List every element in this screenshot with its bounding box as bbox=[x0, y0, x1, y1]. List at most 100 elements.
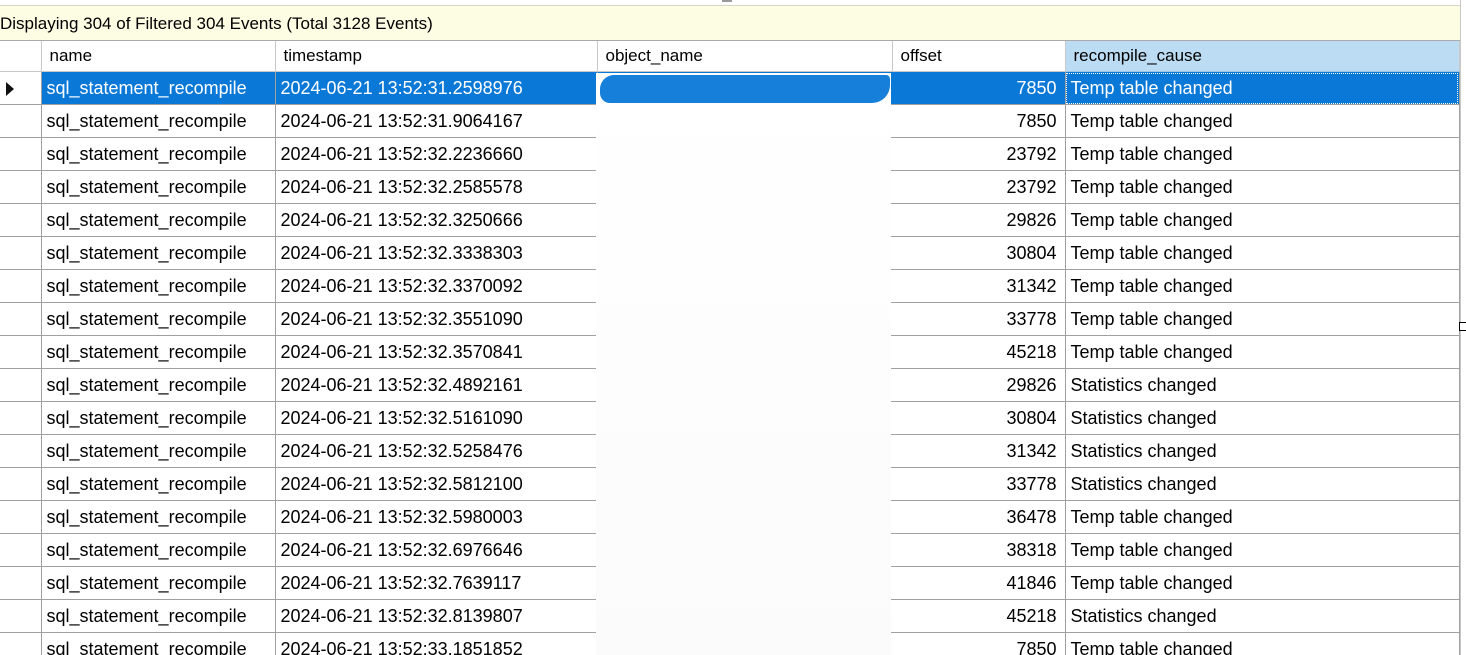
row-selector[interactable] bbox=[0, 137, 42, 171]
cell-recompile-cause[interactable]: Temp table changed bbox=[1065, 302, 1460, 336]
cell-name[interactable]: sql_statement_recompile bbox=[41, 71, 276, 105]
cell-offset[interactable]: 23792 bbox=[892, 137, 1066, 171]
cell-recompile-cause[interactable]: Temp table changed bbox=[1065, 104, 1460, 138]
cell-offset[interactable]: 23792 bbox=[892, 170, 1066, 204]
cell-recompile-cause[interactable]: Statistics changed bbox=[1065, 401, 1460, 435]
cell-name[interactable]: sql_statement_recompile bbox=[41, 335, 276, 369]
cell-name[interactable]: sql_statement_recompile bbox=[41, 137, 276, 171]
row-selector[interactable] bbox=[0, 302, 42, 336]
cell-timestamp[interactable]: 2024-06-21 13:52:32.2236660 bbox=[275, 137, 598, 171]
cell-timestamp[interactable]: 2024-06-21 13:52:32.5161090 bbox=[275, 401, 598, 435]
cell-recompile-cause[interactable]: Temp table changed bbox=[1065, 335, 1460, 369]
cell-recompile-cause[interactable]: Statistics changed bbox=[1065, 599, 1460, 633]
row-selector[interactable] bbox=[0, 368, 42, 402]
cell-timestamp[interactable]: 2024-06-21 13:52:32.3570841 bbox=[275, 335, 598, 369]
cell-name[interactable]: sql_statement_recompile bbox=[41, 467, 276, 501]
cell-recompile-cause[interactable]: Temp table changed bbox=[1065, 203, 1460, 237]
cell-recompile-cause[interactable]: Temp table changed bbox=[1065, 500, 1460, 534]
cell-offset[interactable]: 30804 bbox=[892, 236, 1066, 270]
cell-recompile-cause[interactable]: Temp table changed bbox=[1065, 566, 1460, 600]
cell-timestamp[interactable]: 2024-06-21 13:52:31.2598976 bbox=[275, 71, 598, 105]
cell-offset[interactable]: 7850 bbox=[892, 104, 1066, 138]
row-selector[interactable] bbox=[0, 467, 42, 501]
cell-offset[interactable]: 7850 bbox=[892, 632, 1066, 655]
cell-timestamp[interactable]: 2024-06-21 13:52:32.5980003 bbox=[275, 500, 598, 534]
cell-recompile-cause[interactable]: Temp table changed bbox=[1065, 236, 1460, 270]
cell-recompile-cause[interactable]: Temp table changed bbox=[1065, 269, 1460, 303]
row-selector[interactable] bbox=[0, 599, 42, 633]
column-header-name[interactable]: name bbox=[41, 41, 276, 72]
cell-name[interactable]: sql_statement_recompile bbox=[41, 368, 276, 402]
cell-offset[interactable]: 29826 bbox=[892, 368, 1066, 402]
cell-name[interactable]: sql_statement_recompile bbox=[41, 302, 276, 336]
column-header-recompile-cause[interactable]: recompile_cause bbox=[1065, 41, 1460, 72]
row-selector[interactable] bbox=[0, 236, 42, 270]
row-selector[interactable] bbox=[0, 71, 42, 105]
cell-timestamp[interactable]: 2024-06-21 13:52:32.3250666 bbox=[275, 203, 598, 237]
row-selector[interactable] bbox=[0, 203, 42, 237]
cell-timestamp[interactable]: 2024-06-21 13:52:32.5258476 bbox=[275, 434, 598, 468]
event-count-status-bar: Displaying 304 of Filtered 304 Events (T… bbox=[0, 5, 1460, 41]
column-header-object-name[interactable]: object_name bbox=[597, 41, 893, 72]
row-selector[interactable] bbox=[0, 335, 42, 369]
row-selector[interactable] bbox=[0, 500, 42, 534]
row-selector-header[interactable] bbox=[0, 41, 42, 72]
cell-timestamp[interactable]: 2024-06-21 13:52:32.3338303 bbox=[275, 236, 598, 270]
cell-timestamp[interactable]: 2024-06-21 13:52:32.6976646 bbox=[275, 533, 598, 567]
redacted-object-name-selected bbox=[600, 75, 890, 103]
row-selector[interactable] bbox=[0, 632, 42, 655]
resize-handle-icon[interactable] bbox=[1459, 322, 1466, 331]
column-header-timestamp[interactable]: timestamp bbox=[275, 41, 598, 72]
cell-timestamp[interactable]: 2024-06-21 13:52:32.8139807 bbox=[275, 599, 598, 633]
cell-offset[interactable]: 30804 bbox=[892, 401, 1066, 435]
row-selector[interactable] bbox=[0, 434, 42, 468]
cell-name[interactable]: sql_statement_recompile bbox=[41, 566, 276, 600]
cell-offset[interactable]: 31342 bbox=[892, 269, 1066, 303]
cell-offset[interactable]: 45218 bbox=[892, 599, 1066, 633]
cell-name[interactable]: sql_statement_recompile bbox=[41, 434, 276, 468]
cell-timestamp[interactable]: 2024-06-21 13:52:32.2585578 bbox=[275, 170, 598, 204]
cell-offset[interactable]: 41846 bbox=[892, 566, 1066, 600]
cell-name[interactable]: sql_statement_recompile bbox=[41, 599, 276, 633]
cell-name[interactable]: sql_statement_recompile bbox=[41, 203, 276, 237]
cell-timestamp[interactable]: 2024-06-21 13:52:32.3370092 bbox=[275, 269, 598, 303]
cell-recompile-cause[interactable]: Statistics changed bbox=[1065, 434, 1460, 468]
cell-timestamp[interactable]: 2024-06-21 13:52:32.4892161 bbox=[275, 368, 598, 402]
row-selector[interactable] bbox=[0, 170, 42, 204]
row-selector[interactable] bbox=[0, 104, 42, 138]
cell-offset[interactable]: 29826 bbox=[892, 203, 1066, 237]
cell-name[interactable]: sql_statement_recompile bbox=[41, 632, 276, 655]
window-divider-notch bbox=[722, 0, 732, 2]
cell-name[interactable]: sql_statement_recompile bbox=[41, 236, 276, 270]
cell-name[interactable]: sql_statement_recompile bbox=[41, 401, 276, 435]
cell-recompile-cause[interactable]: Temp table changed bbox=[1065, 71, 1460, 105]
cell-offset[interactable]: 31342 bbox=[892, 434, 1066, 468]
cell-timestamp[interactable]: 2024-06-21 13:52:33.1851852 bbox=[275, 632, 598, 655]
cell-recompile-cause[interactable]: Statistics changed bbox=[1065, 467, 1460, 501]
cell-offset[interactable]: 33778 bbox=[892, 467, 1066, 501]
cell-offset[interactable]: 38318 bbox=[892, 533, 1066, 567]
cell-recompile-cause[interactable]: Temp table changed bbox=[1065, 170, 1460, 204]
cell-name[interactable]: sql_statement_recompile bbox=[41, 500, 276, 534]
cell-offset[interactable]: 33778 bbox=[892, 302, 1066, 336]
cell-timestamp[interactable]: 2024-06-21 13:52:32.7639117 bbox=[275, 566, 598, 600]
cell-offset[interactable]: 36478 bbox=[892, 500, 1066, 534]
cell-name[interactable]: sql_statement_recompile bbox=[41, 533, 276, 567]
cell-recompile-cause[interactable]: Statistics changed bbox=[1065, 368, 1460, 402]
row-selector[interactable] bbox=[0, 401, 42, 435]
cell-name[interactable]: sql_statement_recompile bbox=[41, 269, 276, 303]
cell-name[interactable]: sql_statement_recompile bbox=[41, 104, 276, 138]
cell-timestamp[interactable]: 2024-06-21 13:52:32.3551090 bbox=[275, 302, 598, 336]
cell-timestamp[interactable]: 2024-06-21 13:52:32.5812100 bbox=[275, 467, 598, 501]
row-selector[interactable] bbox=[0, 269, 42, 303]
cell-recompile-cause[interactable]: Temp table changed bbox=[1065, 632, 1460, 655]
cell-recompile-cause[interactable]: Temp table changed bbox=[1065, 533, 1460, 567]
cell-recompile-cause[interactable]: Temp table changed bbox=[1065, 137, 1460, 171]
cell-offset[interactable]: 7850 bbox=[892, 71, 1066, 105]
cell-timestamp[interactable]: 2024-06-21 13:52:31.9064167 bbox=[275, 104, 598, 138]
cell-name[interactable]: sql_statement_recompile bbox=[41, 170, 276, 204]
cell-offset[interactable]: 45218 bbox=[892, 335, 1066, 369]
row-selector[interactable] bbox=[0, 566, 42, 600]
row-selector[interactable] bbox=[0, 533, 42, 567]
column-header-offset[interactable]: offset bbox=[892, 41, 1066, 72]
